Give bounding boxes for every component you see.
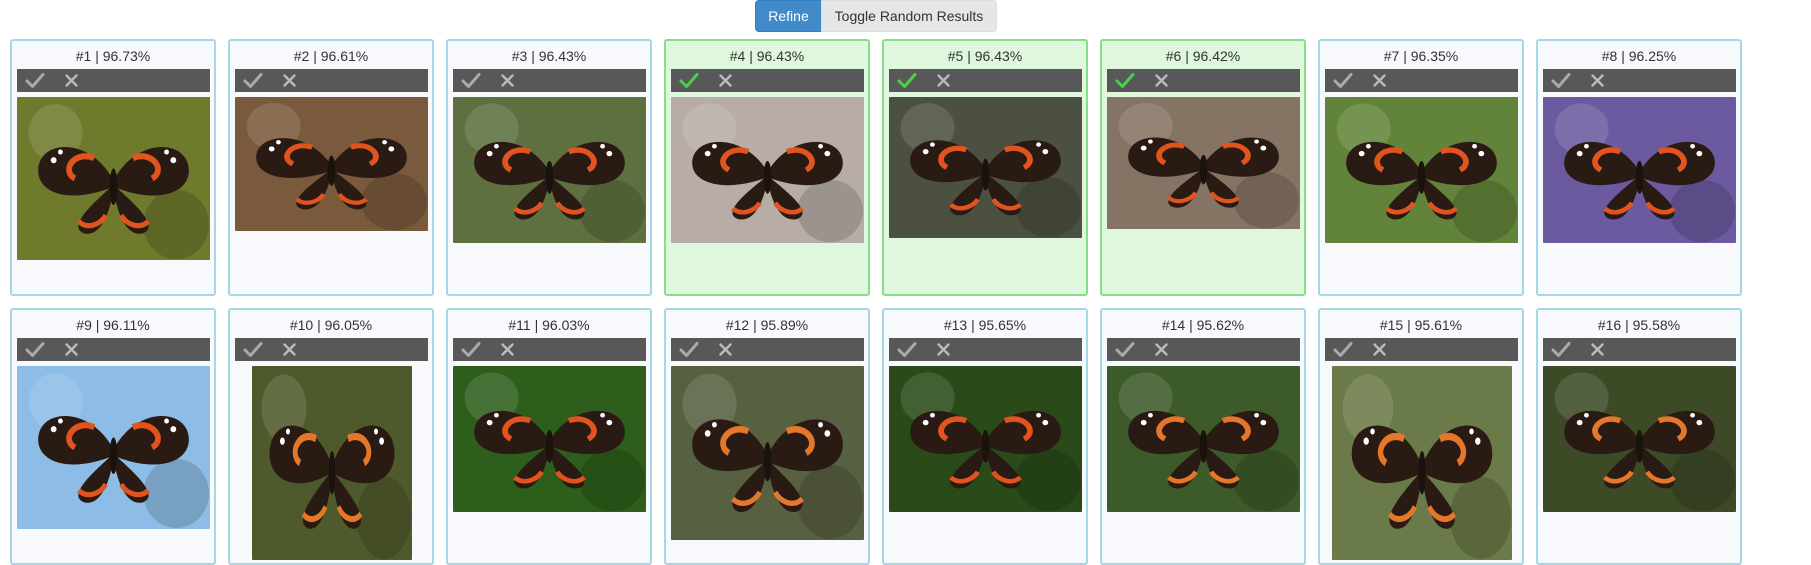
reject-x-icon[interactable] [1361, 338, 1397, 361]
reject-x-icon[interactable] [1361, 69, 1397, 92]
result-score-label: #13 | 95.65% [943, 317, 1027, 333]
result-action-bar [17, 338, 210, 361]
result-score-label: #7 | 96.35% [1383, 48, 1459, 64]
accept-checkmark-icon[interactable] [1107, 69, 1143, 92]
accept-checkmark-icon[interactable] [889, 69, 925, 92]
accept-checkmark-icon[interactable] [17, 338, 53, 361]
result-score-label: #11 | 96.03% [508, 317, 590, 333]
butterfly-photo[interactable] [671, 97, 864, 243]
result-score-label: #3 | 96.43% [511, 48, 587, 64]
reject-x-icon[interactable] [707, 338, 743, 361]
result-card: #4 | 96.43% [664, 39, 870, 296]
result-card: #12 | 95.89% [664, 308, 870, 565]
result-action-bar [889, 69, 1082, 92]
result-card: #6 | 96.42% [1100, 39, 1306, 296]
result-score-label: #2 | 96.61% [293, 48, 369, 64]
butterfly-photo[interactable] [1325, 97, 1518, 243]
reject-x-icon[interactable] [1143, 338, 1179, 361]
accept-checkmark-icon[interactable] [1543, 338, 1579, 361]
accept-checkmark-icon[interactable] [889, 338, 925, 361]
reject-x-icon[interactable] [271, 69, 307, 92]
reject-x-icon[interactable] [53, 69, 89, 92]
butterfly-photo[interactable] [889, 97, 1082, 238]
result-card: #13 | 95.65% [882, 308, 1088, 565]
butterfly-photo[interactable] [1332, 366, 1512, 560]
result-card: #1 | 96.73% [10, 39, 216, 296]
butterfly-photo[interactable] [252, 366, 412, 560]
reject-x-icon[interactable] [489, 69, 525, 92]
accept-checkmark-icon[interactable] [1543, 69, 1579, 92]
reject-x-icon[interactable] [1579, 338, 1615, 361]
result-score-label: #16 | 95.58% [1597, 317, 1681, 333]
butterfly-photo[interactable] [889, 366, 1082, 512]
accept-checkmark-icon[interactable] [453, 338, 489, 361]
butterfly-photo[interactable] [1543, 366, 1736, 512]
reject-x-icon[interactable] [489, 338, 525, 361]
accept-checkmark-icon[interactable] [453, 69, 489, 92]
butterfly-photo[interactable] [1107, 366, 1300, 512]
result-score-label: #5 | 96.43% [947, 48, 1023, 64]
butterfly-photo[interactable] [1107, 97, 1300, 229]
reject-x-icon[interactable] [53, 338, 89, 361]
result-card: #10 | 96.05% [228, 308, 434, 565]
result-card: #3 | 96.43% [446, 39, 652, 296]
result-score-label: #15 | 95.61% [1379, 317, 1463, 333]
result-score-label: #8 | 96.25% [1601, 48, 1677, 64]
accept-checkmark-icon[interactable] [1325, 69, 1361, 92]
result-score-label: #14 | 95.62% [1161, 317, 1245, 333]
toolbar: Refine Toggle Random Results [755, 0, 997, 33]
result-card: #11 | 96.03% [446, 308, 652, 565]
reject-x-icon[interactable] [1143, 69, 1179, 92]
result-action-bar [1107, 69, 1300, 92]
result-action-bar [235, 338, 428, 361]
result-action-bar [889, 338, 1082, 361]
accept-checkmark-icon[interactable] [1107, 338, 1143, 361]
result-score-label: #1 | 96.73% [75, 48, 151, 64]
result-action-bar [671, 69, 864, 92]
result-score-label: #4 | 96.43% [729, 48, 805, 64]
butterfly-photo[interactable] [453, 97, 646, 243]
result-score-label: #12 | 95.89% [725, 317, 809, 333]
result-card: #5 | 96.43% [882, 39, 1088, 296]
result-card: #2 | 96.61% [228, 39, 434, 296]
result-action-bar [1325, 69, 1518, 92]
result-card: #8 | 96.25% [1536, 39, 1742, 296]
reject-x-icon[interactable] [925, 69, 961, 92]
result-action-bar [1325, 338, 1518, 361]
accept-checkmark-icon[interactable] [17, 69, 53, 92]
result-action-bar [17, 69, 210, 92]
result-action-bar [1543, 338, 1736, 361]
result-action-bar [235, 69, 428, 92]
result-card: #16 | 95.58% [1536, 308, 1742, 565]
butterfly-photo[interactable] [17, 366, 210, 529]
refine-button[interactable]: Refine [755, 0, 822, 32]
reject-x-icon[interactable] [1579, 69, 1615, 92]
result-score-label: #9 | 96.11% [76, 317, 150, 333]
accept-checkmark-icon[interactable] [671, 69, 707, 92]
butterfly-photo[interactable] [453, 366, 646, 512]
result-action-bar [453, 338, 646, 361]
butterfly-photo[interactable] [1543, 97, 1736, 243]
butterfly-photo[interactable] [235, 97, 428, 231]
result-score-label: #6 | 96.42% [1165, 48, 1241, 64]
result-card: #15 | 95.61% [1318, 308, 1524, 565]
result-action-bar [1543, 69, 1736, 92]
reject-x-icon[interactable] [271, 338, 307, 361]
result-action-bar [1107, 338, 1300, 361]
accept-checkmark-icon[interactable] [235, 69, 271, 92]
result-action-bar [671, 338, 864, 361]
result-card: #9 | 96.11% [10, 308, 216, 565]
reject-x-icon[interactable] [707, 69, 743, 92]
butterfly-photo[interactable] [671, 366, 864, 540]
result-action-bar [453, 69, 646, 92]
accept-checkmark-icon[interactable] [1325, 338, 1361, 361]
result-score-label: #10 | 96.05% [289, 317, 373, 333]
result-card: #14 | 95.62% [1100, 308, 1306, 565]
butterfly-photo[interactable] [17, 97, 210, 260]
accept-checkmark-icon[interactable] [671, 338, 707, 361]
reject-x-icon[interactable] [925, 338, 961, 361]
result-card: #7 | 96.35% [1318, 39, 1524, 296]
toggle-random-results-button[interactable]: Toggle Random Results [821, 0, 997, 32]
accept-checkmark-icon[interactable] [235, 338, 271, 361]
